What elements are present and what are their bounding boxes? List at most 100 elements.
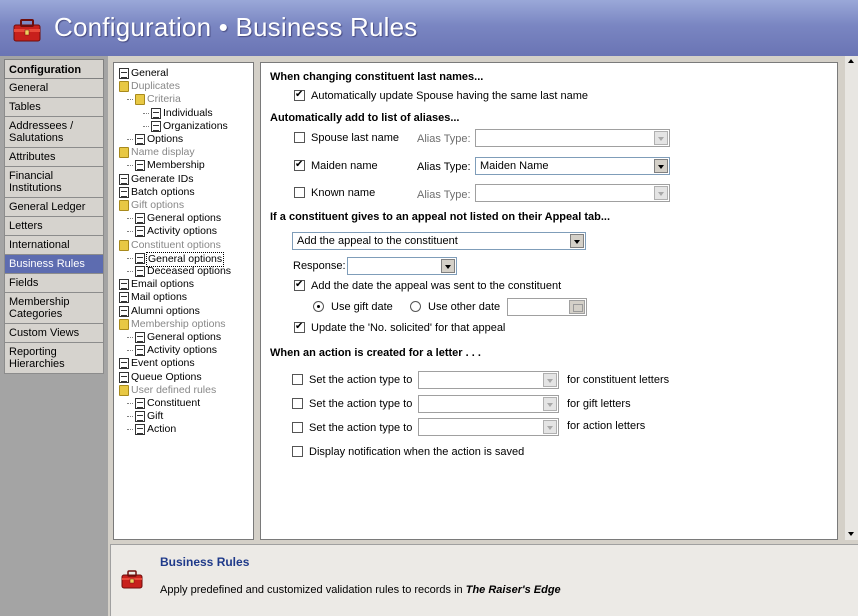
gift-letters-action-checkbox[interactable] xyxy=(292,398,303,409)
lastname-section-heading: When changing constituent last names... xyxy=(270,71,484,83)
tree-item-label: Gift xyxy=(147,410,164,423)
nav-item-custom-views[interactable]: Custom Views xyxy=(4,324,104,343)
nav-item-reporting-hierarchies[interactable]: Reporting Hierarchies xyxy=(4,343,104,374)
gift-letters-action-select[interactable] xyxy=(418,395,559,413)
set-action-type-label: Set the action type to xyxy=(309,374,413,386)
maiden-alias-type-select[interactable]: Maiden Name xyxy=(475,157,670,175)
nav-item-general[interactable]: General xyxy=(4,79,104,98)
tree-item-label: Batch options xyxy=(131,185,195,198)
add-appeal-date-checkbox[interactable] xyxy=(294,278,305,292)
document-icon xyxy=(135,424,145,436)
spouse-alias-type-label: Alias Type: xyxy=(417,133,471,145)
rules-tree: General Duplicates Criteria Individuals Orga… xyxy=(113,62,254,540)
nav-item-general-ledger[interactable]: General Ledger xyxy=(4,198,104,217)
tree-item-label: Deceased options xyxy=(147,265,232,277)
update-solicited-checkbox[interactable] xyxy=(294,320,305,334)
use-other-date-radio[interactable] xyxy=(410,301,421,312)
nav-item-business-rules[interactable]: Business Rules xyxy=(4,255,104,274)
nav-item-tables[interactable]: Tables xyxy=(4,98,104,117)
use-gift-date-radio[interactable] xyxy=(313,301,324,312)
document-icon xyxy=(119,305,129,317)
action-section-heading: When an action is created for a letter .… xyxy=(270,347,481,359)
document-icon xyxy=(135,134,145,145)
business-rules-options-panel: When changing constituent last names... … xyxy=(260,62,838,540)
document-icon xyxy=(135,252,145,264)
tree-item-label: Constituent options xyxy=(131,238,221,251)
nav-item-fields[interactable]: Fields xyxy=(4,274,104,293)
nav-heading: Configuration xyxy=(4,59,104,79)
response-select[interactable] xyxy=(347,257,457,275)
tree-item-label: Generate IDs xyxy=(131,172,194,185)
footer-title: Business Rules xyxy=(160,555,250,569)
folder-icon xyxy=(135,94,145,106)
chevron-down-icon xyxy=(543,397,557,411)
nav-item-letters[interactable]: Letters xyxy=(4,217,104,236)
tree-item-label: Membership options xyxy=(131,317,226,330)
use-gift-date-label: Use gift date xyxy=(331,301,393,313)
constituent-letters-action-select[interactable] xyxy=(418,371,559,389)
footer-description: Business Rules Apply predefined and cust… xyxy=(110,544,858,616)
tree-item-label: Membership xyxy=(147,159,205,172)
nav-item-addressees-salutations[interactable]: Addressees / Salutations xyxy=(4,117,104,148)
known-name-label: Known name xyxy=(311,187,376,199)
tree-item-label: Organizations xyxy=(163,119,228,132)
add-appeal-date-label: Add the date the appeal was sent to the … xyxy=(311,280,562,292)
tree-item-label: Event options xyxy=(131,357,195,370)
constituent-letters-suffix: for constituent letters xyxy=(567,374,670,386)
display-notification-label: Display notification when the action is … xyxy=(309,446,525,458)
auto-update-spouse-checkbox[interactable] xyxy=(294,88,305,102)
document-icon xyxy=(119,371,129,383)
known-alias-type-select[interactable] xyxy=(475,184,670,202)
tree-item-label: Constituent xyxy=(147,397,201,409)
document-icon xyxy=(135,411,145,423)
chevron-down-icon xyxy=(654,131,668,145)
spouse-alias-type-select[interactable] xyxy=(475,129,670,147)
tree-item-label: User defined rules xyxy=(131,383,217,396)
spouse-last-name-label: Spouse last name xyxy=(311,132,400,144)
appeal-action-select[interactable]: Add the appeal to the constituent xyxy=(292,232,586,250)
constituent-letters-action-checkbox[interactable] xyxy=(292,374,303,385)
chevron-down-icon xyxy=(654,186,668,200)
tree-item-label: Mail options xyxy=(131,291,188,304)
update-solicited-label: Update the 'No. solicited' for that appe… xyxy=(311,322,506,334)
action-letters-suffix: for action letters xyxy=(567,420,646,432)
document-icon xyxy=(151,107,161,119)
maiden-name-checkbox[interactable] xyxy=(294,158,305,172)
known-name-checkbox[interactable] xyxy=(294,187,305,198)
response-label: Response: xyxy=(293,260,346,272)
spouse-last-name-checkbox[interactable] xyxy=(294,132,305,143)
tree-item-label: Name display xyxy=(131,146,195,159)
maiden-name-label: Maiden name xyxy=(311,160,378,172)
chevron-down-icon xyxy=(570,234,584,248)
document-icon xyxy=(119,186,129,198)
scroll-down-icon[interactable] xyxy=(845,528,858,540)
action-letters-action-checkbox[interactable] xyxy=(292,422,303,433)
toolbox-icon xyxy=(13,19,41,42)
tree-item-label: Queue Options xyxy=(131,370,202,383)
document-icon xyxy=(119,292,129,304)
tree-item-label: General options xyxy=(147,331,222,343)
tree-item-label: General options xyxy=(147,212,222,225)
chevron-down-icon xyxy=(543,373,557,387)
left-navigation: Configuration General Tables Addressees / … xyxy=(0,56,108,616)
folder-icon xyxy=(119,318,129,330)
document-icon xyxy=(135,398,145,409)
display-notification-checkbox[interactable] xyxy=(292,446,303,457)
tree-item-label: Email options xyxy=(131,278,195,291)
document-icon xyxy=(119,358,129,370)
scroll-up-icon[interactable] xyxy=(845,56,858,68)
nav-item-financial-institutions[interactable]: Financial Institutions xyxy=(4,167,104,198)
set-action-type-label: Set the action type to xyxy=(309,422,413,434)
action-letters-action-select[interactable] xyxy=(418,418,559,436)
calendar-icon[interactable] xyxy=(569,300,585,314)
footer-desc: Apply predefined and customized validati… xyxy=(160,584,561,596)
folder-icon xyxy=(119,239,129,251)
nav-item-attributes[interactable]: Attributes xyxy=(4,148,104,167)
nav-item-membership-categories[interactable]: Membership Categories xyxy=(4,293,104,324)
tree-item-label: Alumni options xyxy=(131,304,200,317)
main-scrollbar[interactable] xyxy=(845,56,858,540)
other-date-input[interactable] xyxy=(507,298,587,316)
document-icon xyxy=(151,120,161,132)
nav-item-international[interactable]: International xyxy=(4,236,104,255)
tree-item-label: Gift options xyxy=(131,199,185,211)
